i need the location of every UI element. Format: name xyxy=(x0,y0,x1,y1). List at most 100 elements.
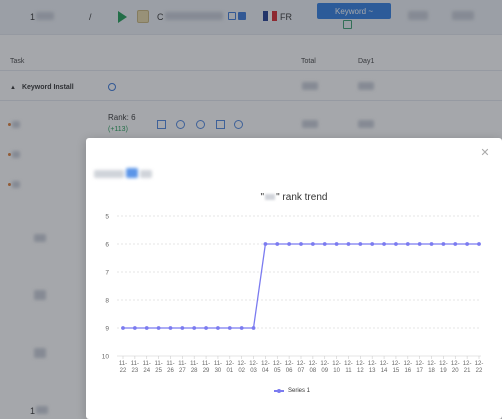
x-tick-label-day: 20 xyxy=(452,368,459,374)
data-point xyxy=(441,242,446,246)
x-tick-label-month: 12- xyxy=(261,361,270,367)
x-tick-label-day: 17 xyxy=(416,368,423,374)
x-tick-label-day: 22 xyxy=(476,368,483,374)
y-tick-label: 9 xyxy=(105,326,109,333)
rank-trend-chart: 567891011-2211-2311-2411-2511-2611-2711-… xyxy=(102,214,484,375)
data-point xyxy=(322,242,327,246)
x-tick-label-day: 10 xyxy=(333,368,340,374)
y-tick-label: 10 xyxy=(102,354,110,361)
x-tick-label-month: 11- xyxy=(214,361,222,367)
data-point xyxy=(417,242,422,246)
data-point xyxy=(192,326,197,330)
x-tick-label-day: 11 xyxy=(345,368,352,374)
x-tick-label-day: 24 xyxy=(143,368,150,374)
x-tick-label-day: 14 xyxy=(381,368,388,374)
legend-series-label: Series 1 xyxy=(288,388,311,394)
y-tick-label: 8 xyxy=(105,298,109,305)
x-tick-label-month: 12- xyxy=(225,361,234,367)
y-tick-label: 7 xyxy=(105,270,109,277)
x-tick-label-month: 12- xyxy=(356,361,365,367)
x-tick-label-month: 12- xyxy=(297,361,306,367)
data-point xyxy=(465,242,470,246)
data-point xyxy=(334,242,339,246)
x-tick-label-day: 12 xyxy=(357,368,364,374)
data-point xyxy=(358,242,363,246)
data-point xyxy=(204,326,208,330)
legend-series-marker xyxy=(274,388,284,393)
x-tick-label-day: 16 xyxy=(404,368,411,374)
x-tick-label-day: 27 xyxy=(179,368,186,374)
chart-legend[interactable]: Series 1 xyxy=(274,388,310,394)
x-tick-label-day: 09 xyxy=(321,368,328,374)
data-point xyxy=(346,242,351,246)
x-tick-label-day: 30 xyxy=(215,368,222,374)
x-tick-label-month: 12- xyxy=(320,361,329,367)
x-tick-label-month: 12- xyxy=(237,361,246,367)
data-point xyxy=(275,242,280,246)
x-tick-label-month: 11- xyxy=(190,361,198,367)
data-point xyxy=(477,242,481,246)
data-point xyxy=(168,326,173,330)
x-tick-label-month: 12- xyxy=(475,361,484,367)
data-point xyxy=(216,326,220,330)
x-tick-label-day: 25 xyxy=(155,368,162,374)
x-tick-label-day: 23 xyxy=(132,368,139,374)
x-tick-label-month: 11- xyxy=(143,361,151,367)
y-tick-label: 5 xyxy=(105,214,109,221)
x-tick-label-day: 13 xyxy=(369,368,376,374)
data-point xyxy=(453,242,458,246)
x-tick-label-month: 11- xyxy=(119,361,127,367)
data-point xyxy=(382,242,386,246)
x-tick-label-month: 11- xyxy=(166,361,174,367)
data-point xyxy=(429,242,434,246)
x-tick-label-day: 22 xyxy=(120,368,127,374)
x-tick-label-month: 12- xyxy=(344,361,353,367)
x-tick-label-month: 12- xyxy=(403,361,412,367)
x-tick-label-day: 28 xyxy=(191,368,198,374)
y-tick-label: 6 xyxy=(105,242,109,249)
x-tick-label-day: 18 xyxy=(428,368,435,374)
x-tick-label-day: 06 xyxy=(286,368,293,374)
x-tick-label-month: 11- xyxy=(178,361,186,367)
x-tick-label-day: 08 xyxy=(310,368,317,374)
x-tick-label-month: 12- xyxy=(285,361,294,367)
x-tick-label-month: 12- xyxy=(392,361,401,367)
x-tick-label-month: 12- xyxy=(415,361,424,367)
series-line xyxy=(123,243,479,329)
x-tick-label-day: 29 xyxy=(203,368,210,374)
x-tick-label-month: 12- xyxy=(463,361,472,367)
x-tick-label-day: 07 xyxy=(298,368,305,374)
data-point xyxy=(227,326,232,330)
x-tick-label-day: 19 xyxy=(440,368,447,374)
data-point xyxy=(370,242,375,246)
x-tick-label-month: 11- xyxy=(154,361,162,367)
x-tick-label-day: 01 xyxy=(226,368,233,374)
data-point xyxy=(394,242,398,246)
x-tick-label-month: 12- xyxy=(309,361,318,367)
x-tick-label-day: 15 xyxy=(393,368,400,374)
data-point xyxy=(132,326,137,330)
x-tick-label-month: 11- xyxy=(202,361,210,367)
data-point xyxy=(121,326,125,330)
data-point xyxy=(180,326,185,330)
data-point xyxy=(263,242,268,246)
x-tick-label-month: 12- xyxy=(368,361,377,367)
x-tick-label-month: 12- xyxy=(439,361,448,367)
x-tick-label-month: 12- xyxy=(451,361,460,367)
x-tick-label-month: 12- xyxy=(273,361,282,367)
data-point xyxy=(239,326,244,330)
data-point xyxy=(287,242,292,246)
rank-trend-modal: ✕ " " rank trend 5 6 7 8 9 10 11- 22 11- 23 11- 24 11… xyxy=(86,138,502,419)
x-tick-label-day: 03 xyxy=(250,368,257,374)
data-point xyxy=(156,326,161,330)
x-tick-label-day: 04 xyxy=(262,368,269,374)
x-tick-label-day: 21 xyxy=(464,368,471,374)
x-tick-label-month: 12- xyxy=(249,361,258,367)
x-tick-label-day: 05 xyxy=(274,368,281,374)
x-tick-label-month: 12- xyxy=(427,361,436,367)
x-tick-label-day: 02 xyxy=(238,368,245,374)
data-point xyxy=(251,326,256,330)
x-tick-label-month: 12- xyxy=(380,361,389,367)
data-point xyxy=(299,242,303,246)
x-tick-label-day: 26 xyxy=(167,368,174,374)
